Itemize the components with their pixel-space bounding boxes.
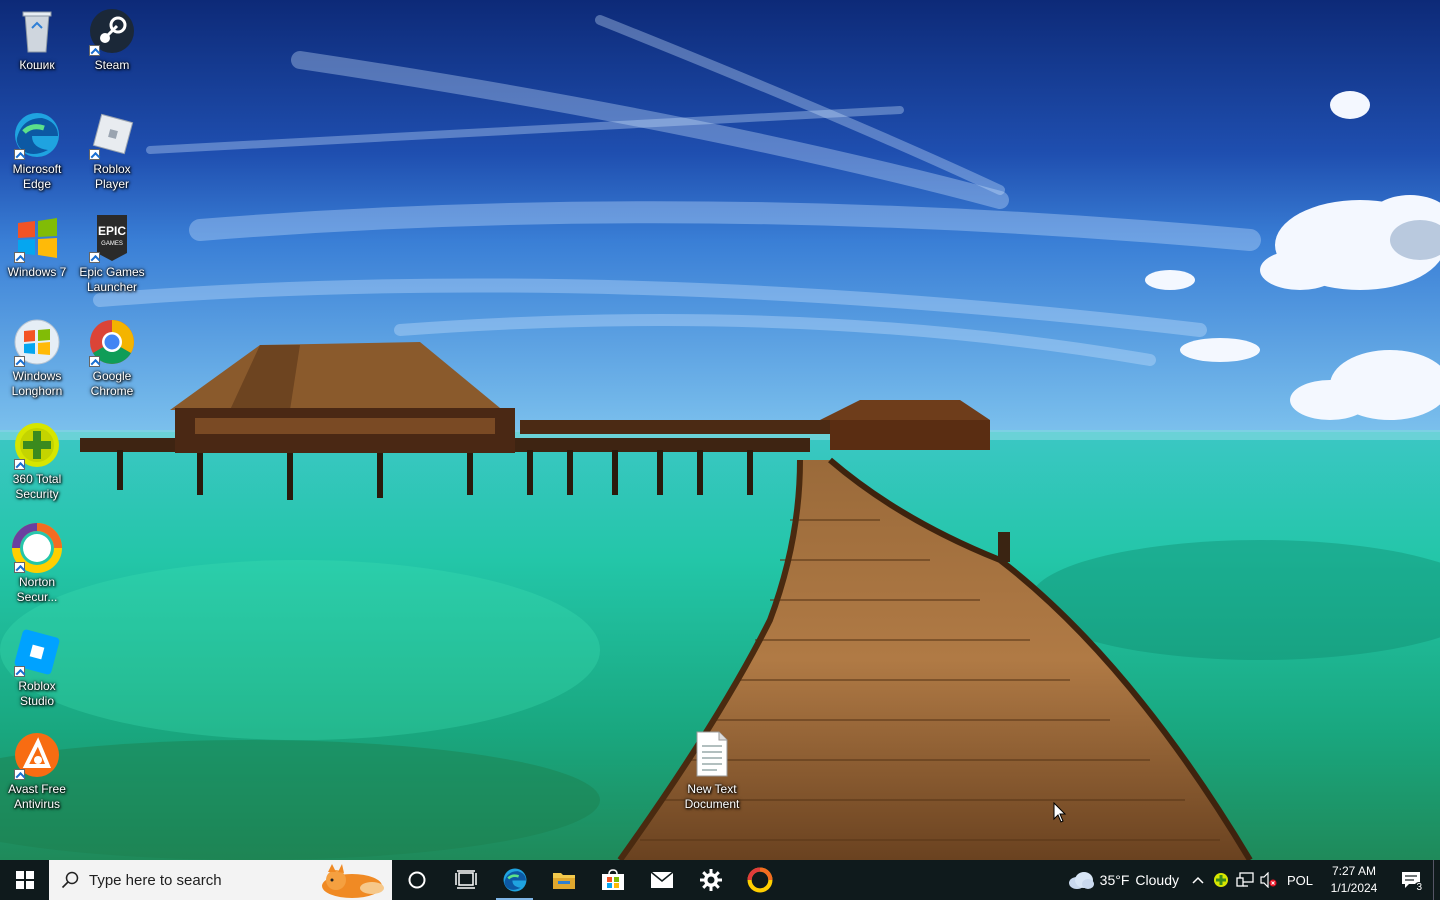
desktop-icon-label: Windows 7 (7, 265, 67, 279)
task-view-button[interactable] (441, 860, 490, 900)
desktop-icon-label: Norton Secur... (16, 575, 58, 604)
shortcut-arrow-icon (89, 45, 100, 56)
steam-icon (87, 6, 137, 56)
input-language-button[interactable]: POL (1281, 860, 1319, 900)
tray-360-security-button[interactable] (1209, 860, 1233, 900)
taskbar-file-explorer-button[interactable] (539, 860, 588, 900)
desktop-icon-avast[interactable]: Avast Free Antivirus (0, 730, 74, 812)
text-document-icon (687, 730, 737, 780)
desktop-icon-recycle-bin[interactable]: Кошик (0, 6, 74, 73)
avast-icon (12, 730, 62, 780)
desktop-icon-label: Microsoft Edge (12, 162, 62, 191)
desktop-icon-new-text-document[interactable]: New Text Document (675, 730, 749, 812)
mail-icon (650, 871, 673, 888)
desktop-icon-label: 360 Total Security (12, 472, 62, 501)
desktop-icon-label: Epic Games Launcher (79, 265, 145, 294)
file-explorer-icon (552, 873, 575, 889)
notification-count-badge: 3 (1414, 882, 1424, 893)
desktop-icon-norton[interactable]: Norton Secur... (0, 523, 74, 605)
desktop-icon-label: Windows Longhorn (11, 369, 63, 398)
epic-logo-subtext: GAMES (101, 241, 123, 247)
network-icon (1236, 872, 1254, 887)
weather-widget[interactable]: 35°F Cloudy (1060, 860, 1187, 900)
windows-start-icon (15, 871, 34, 889)
taskbar-norton-button[interactable] (735, 860, 784, 900)
desktop-icon-label: Roblox Player (93, 162, 131, 191)
search-highlight-fox-icon (322, 864, 384, 898)
edge-icon (12, 110, 62, 160)
desktop-icon-label: Roblox Studio (18, 679, 56, 708)
desktop-icon-google-chrome[interactable]: Google Chrome (75, 317, 149, 399)
desktop-icon-roblox-studio[interactable]: Roblox Studio (0, 627, 74, 709)
cortana-icon (408, 871, 425, 889)
taskbar-store-button[interactable] (588, 860, 637, 900)
desktop-icon-label: Google Chrome (90, 369, 134, 398)
shortcut-arrow-icon (14, 459, 25, 470)
desktop-icon-edge[interactable]: Microsoft Edge (0, 110, 74, 192)
windows-7-logo-icon (12, 213, 62, 263)
clock-time: 7:27 AM (1331, 864, 1377, 878)
norton-icon (747, 867, 772, 893)
weather-temperature: 35°F (1099, 872, 1130, 888)
language-indicator: POL (1286, 872, 1313, 888)
desktop-icon-label: Avast Free Antivirus (8, 782, 66, 811)
taskbar: Type here to search 35°F Cloudy POL 7:27… (0, 860, 1440, 900)
volume-muted-icon (1260, 872, 1277, 888)
desktop-icon-label: Кошик (19, 58, 55, 72)
shortcut-arrow-icon (14, 252, 25, 263)
cortana-button[interactable] (392, 860, 441, 900)
norton-icon (12, 523, 62, 573)
settings-gear-icon (699, 869, 722, 891)
search-icon (61, 871, 79, 889)
360-security-icon (12, 420, 62, 470)
desktop-icon-windows-7[interactable]: Windows 7 (0, 213, 74, 280)
show-desktop-button[interactable] (1433, 860, 1440, 900)
shortcut-arrow-icon (89, 356, 100, 367)
chevron-up-icon (1192, 876, 1204, 884)
store-icon (601, 869, 624, 890)
taskbar-edge-button[interactable] (490, 860, 539, 900)
roblox-studio-icon (12, 627, 62, 677)
shortcut-arrow-icon (89, 252, 100, 263)
360-security-tray-icon (1214, 873, 1228, 887)
clock-date: 1/1/2024 (1330, 881, 1378, 895)
desktop-icon-360-total-security[interactable]: 360 Total Security (0, 420, 74, 502)
recycle-bin-icon (12, 6, 62, 56)
shortcut-arrow-icon (14, 666, 25, 677)
cloud-icon (1068, 872, 1094, 889)
shortcut-arrow-icon (14, 562, 25, 573)
system-tray: 35°F Cloudy POL 7:27 AM 1/1/2024 3 (1060, 860, 1440, 900)
task-view-icon (454, 870, 477, 889)
search-placeholder: Type here to search (89, 871, 222, 889)
shortcut-arrow-icon (89, 149, 100, 160)
show-hidden-icons-button[interactable] (1187, 860, 1209, 900)
taskbar-search-box[interactable]: Type here to search (49, 860, 392, 900)
clock-button[interactable]: 7:27 AM 1/1/2024 (1319, 860, 1389, 900)
mouse-cursor-icon (1053, 802, 1067, 823)
start-button[interactable] (0, 860, 49, 900)
epic-games-icon: EPIC GAMES (87, 213, 137, 263)
shortcut-arrow-icon (14, 769, 25, 780)
taskbar-settings-button[interactable] (686, 860, 735, 900)
shortcut-arrow-icon (14, 149, 25, 160)
desktop-icon-label: Steam (94, 58, 130, 72)
desktop-icon-steam[interactable]: Steam (75, 6, 149, 73)
shortcut-arrow-icon (14, 356, 25, 367)
desktop-icon-epic-games[interactable]: EPIC GAMES Epic Games Launcher (75, 213, 149, 295)
action-center-button[interactable]: 3 (1389, 860, 1433, 900)
network-button[interactable] (1233, 860, 1257, 900)
roblox-player-icon (87, 110, 137, 160)
volume-button[interactable] (1257, 860, 1281, 900)
windows-longhorn-logo-icon (12, 317, 62, 367)
chrome-icon (87, 317, 137, 367)
desktop-icon-label: New Text Document (684, 782, 740, 811)
epic-logo-text: EPIC (98, 224, 126, 238)
edge-icon (503, 868, 526, 892)
weather-condition: Cloudy (1135, 872, 1179, 888)
desktop-icon-windows-longhorn[interactable]: Windows Longhorn (0, 317, 74, 399)
desktop-icon-roblox-player[interactable]: Roblox Player (75, 110, 149, 192)
taskbar-mail-button[interactable] (637, 860, 686, 900)
